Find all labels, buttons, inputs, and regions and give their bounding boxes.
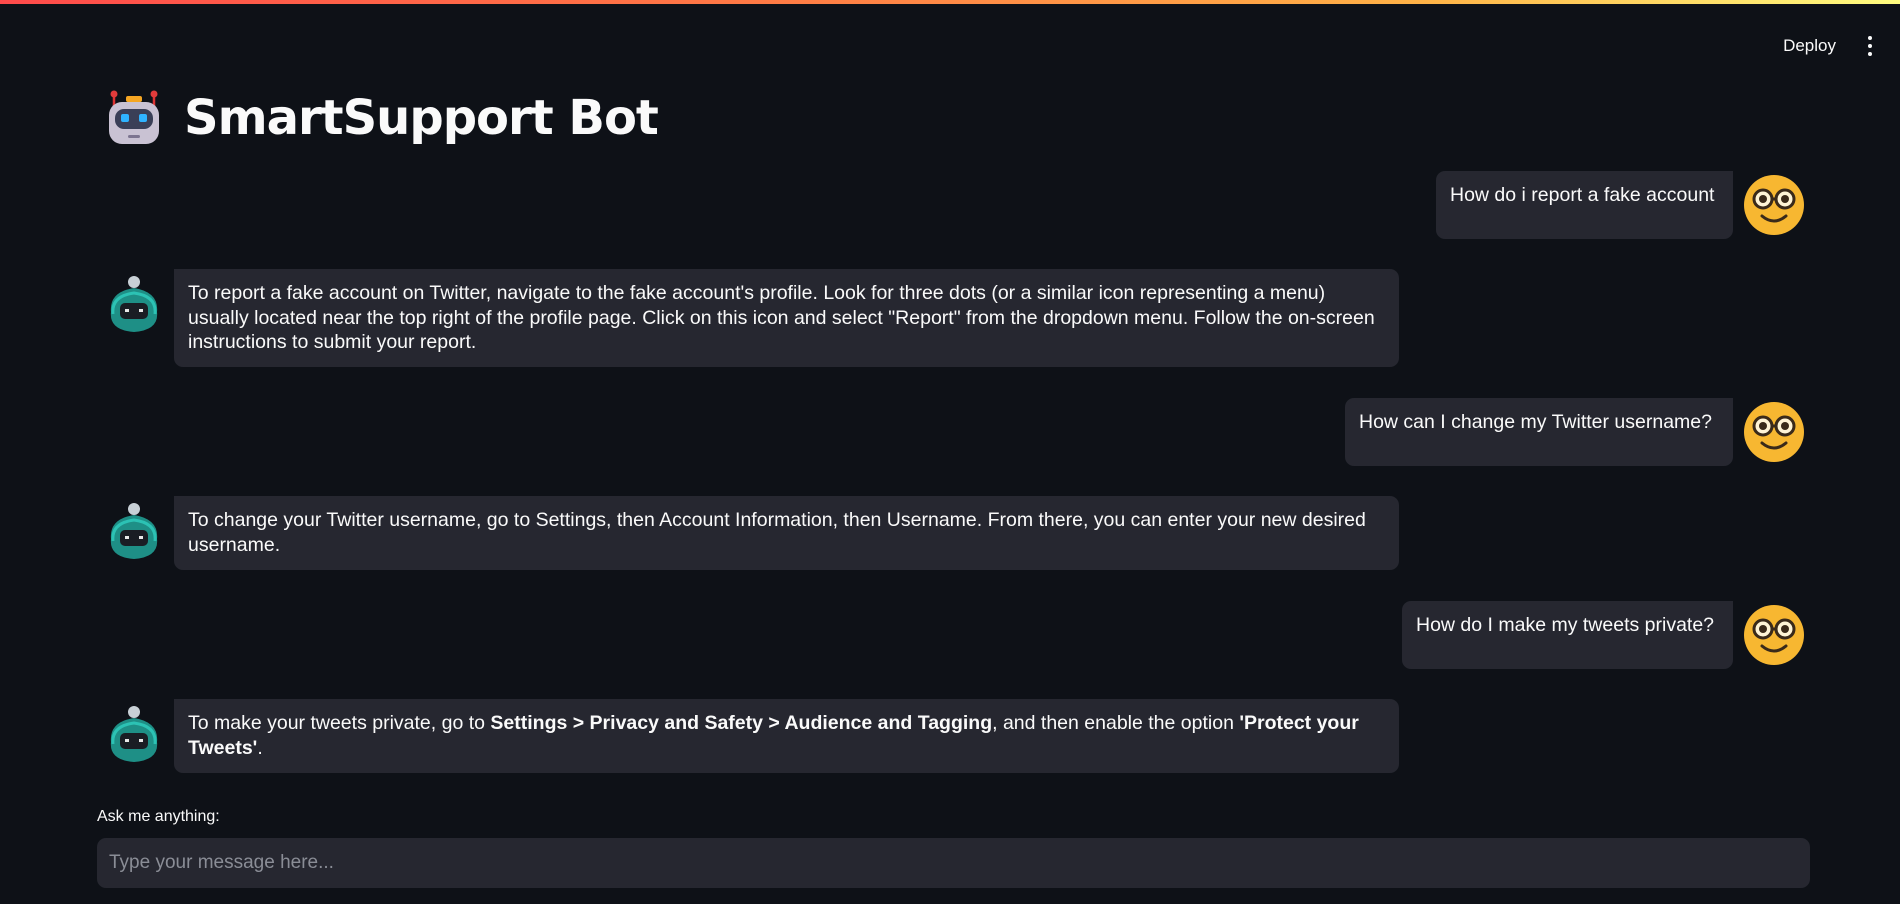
deploy-button[interactable]: Deploy xyxy=(1779,30,1840,62)
nerd-face-icon xyxy=(1744,402,1804,462)
nerd-face-icon xyxy=(1744,175,1804,235)
user-message-bubble: How can I change my Twitter username? xyxy=(1345,398,1733,466)
page-title: SmartSupport Bot xyxy=(104,82,659,154)
assistant-message-bubble: To report a fake account on Twitter, nav… xyxy=(174,269,1399,367)
robot-face-icon xyxy=(109,90,159,144)
app-header: Deploy xyxy=(1779,22,1900,70)
assistant-message-bubble: To make your tweets private, go to Setti… xyxy=(174,699,1399,773)
message-bold-segment: Settings > Privacy and Safety > Audience… xyxy=(490,712,993,734)
user-message-bubble: How do i report a fake account xyxy=(1436,171,1733,239)
app-title: SmartSupport Bot xyxy=(184,90,659,146)
top-decoration-strip xyxy=(0,0,1900,4)
message-text-segment: . xyxy=(257,736,263,759)
message-text-segment: To make your tweets private, go to xyxy=(188,712,491,734)
robot-avatar-icon xyxy=(110,503,158,559)
nerd-face-icon xyxy=(1744,605,1804,665)
robot-avatar-icon xyxy=(110,706,158,762)
message-text-segment: , and then enable the option xyxy=(992,712,1240,734)
robot-avatar-icon xyxy=(110,276,158,332)
chat-input[interactable] xyxy=(97,838,1810,888)
chat-input-label: Ask me anything: xyxy=(97,808,220,825)
user-message-bubble: How do I make my tweets private? xyxy=(1402,601,1733,669)
assistant-message-bubble: To change your Twitter username, go to S… xyxy=(174,496,1399,570)
kebab-menu-icon[interactable] xyxy=(1860,31,1880,61)
